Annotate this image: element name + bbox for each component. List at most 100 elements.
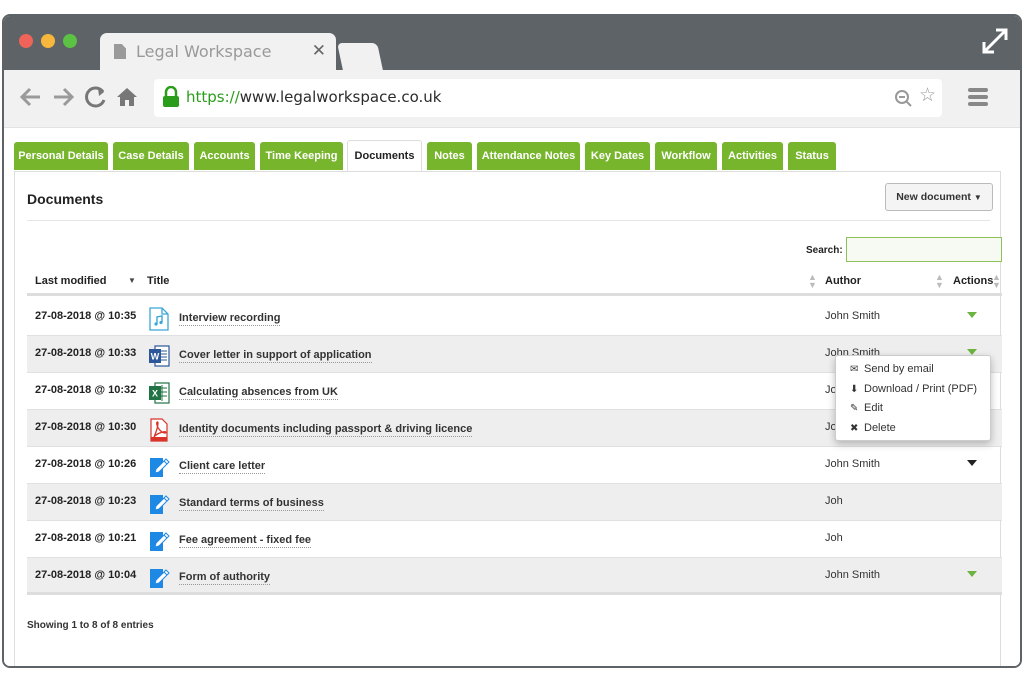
sort-icon[interactable]: ▲ ▼ — [992, 273, 1001, 290]
column-last-modified[interactable]: Last modified — [35, 275, 107, 287]
panel-title: Documents — [27, 191, 104, 207]
menu-item-download-pdf[interactable]: ⬇ Download / Print (PDF) — [850, 380, 977, 398]
table-info: Showing 1 to 8 of 8 entries — [27, 620, 154, 631]
panel-divider — [27, 220, 990, 221]
expand-icon[interactable] — [980, 26, 1010, 56]
row-date: 27-08-2018 @ 10:23 — [35, 495, 137, 507]
forward-arrow-icon[interactable] — [50, 84, 76, 110]
row-date: 27-08-2018 @ 10:33 — [35, 347, 137, 359]
maximize-window-button[interactable] — [63, 34, 77, 48]
minimize-window-button[interactable] — [41, 34, 55, 48]
edit-document-icon — [150, 569, 170, 588]
reload-icon[interactable] — [83, 84, 109, 110]
table-row[interactable]: 27-08-2018 @ 10:26 Client care letter Jo… — [27, 447, 1002, 484]
svg-text:W: W — [151, 352, 160, 362]
menu-item-send-email[interactable]: ✉ Send by email — [850, 360, 934, 378]
document-title-link[interactable]: Calculating absences from UK — [179, 386, 338, 400]
tab-attendance-notes[interactable]: Attendance Notes — [477, 142, 580, 170]
tab-activities[interactable]: Activities — [722, 142, 783, 170]
tab-case-details[interactable]: Case Details — [113, 142, 189, 170]
menu-item-delete[interactable]: ✖ Delete — [850, 419, 896, 437]
tab-close-icon[interactable]: ✕ — [312, 41, 326, 61]
tab-notes[interactable]: Notes — [427, 142, 472, 170]
menu-item-edit[interactable]: ✎ Edit — [850, 399, 883, 417]
new-document-label: New document — [896, 191, 971, 203]
row-author: Joh — [825, 532, 843, 544]
document-title-link[interactable]: Identity documents including passport & … — [179, 423, 473, 437]
row-date: 27-08-2018 @ 10:21 — [35, 532, 137, 544]
row-author: John Smith — [825, 458, 881, 470]
document-title-link[interactable]: Cover letter in support of application — [179, 349, 372, 363]
edit-document-icon — [150, 458, 170, 477]
back-arrow-icon[interactable] — [18, 84, 44, 110]
lock-icon — [163, 86, 179, 107]
column-author[interactable]: Author — [825, 275, 861, 287]
edit-document-icon — [150, 532, 170, 551]
search-input[interactable] — [846, 237, 1002, 262]
zoom-out-icon[interactable] — [894, 89, 912, 107]
tab-workflow[interactable]: Workflow — [655, 142, 717, 170]
menu-item-label: Edit — [864, 402, 883, 414]
pencil-icon: ✎ — [850, 403, 859, 414]
svg-text:X: X — [152, 389, 158, 399]
row-author: John Smith — [825, 569, 881, 581]
browser-menu-icon[interactable] — [968, 88, 988, 108]
document-title-link[interactable]: Form of authority — [179, 571, 271, 585]
tab-accounts[interactable]: Accounts — [194, 142, 255, 170]
column-title[interactable]: Title — [147, 275, 169, 287]
url-text[interactable]: https://www.legalworkspace.co.uk — [186, 88, 441, 106]
envelope-icon: ✉ — [850, 364, 859, 375]
row-date: 27-08-2018 @ 10:04 — [35, 569, 137, 581]
browser-titlebar: Legal Workspace ✕ — [4, 16, 1020, 71]
url-host: www.legalworkspace.co.uk — [239, 88, 442, 106]
close-window-button[interactable] — [19, 34, 33, 48]
column-actions: Actions — [953, 275, 994, 287]
menu-item-label: Delete — [864, 422, 896, 434]
table-row[interactable]: 27-08-2018 @ 10:04 Form of authority Joh… — [27, 558, 1002, 595]
document-title-link[interactable]: Standard terms of business — [179, 497, 324, 511]
sort-desc-icon[interactable]: ▼ — [128, 276, 136, 285]
table-row[interactable]: 27-08-2018 @ 10:21 Fee agreement - fixed… — [27, 521, 1002, 558]
search-label: Search: — [806, 245, 843, 256]
menu-item-label: Download / Print (PDF) — [864, 383, 978, 395]
table-header: Last modified ▼ Title ▲ ▼ Author ▲ ▼ Actio… — [27, 268, 1002, 296]
table-row[interactable]: 27-08-2018 @ 10:23 Standard terms of bus… — [27, 484, 1002, 521]
browser-tab[interactable]: Legal Workspace ✕ — [100, 33, 336, 71]
download-icon: ⬇ — [850, 384, 859, 395]
actions-toggle[interactable] — [967, 571, 977, 577]
tab-documents[interactable]: Documents — [347, 140, 422, 172]
table-row[interactable]: 27-08-2018 @ 10:35 Interview recording J… — [27, 299, 1002, 336]
menu-item-label: Send by email — [864, 363, 934, 375]
document-title-link[interactable]: Client care letter — [179, 460, 266, 474]
row-author: John Smith — [825, 310, 881, 322]
document-title-link[interactable]: Interview recording — [179, 312, 281, 326]
new-tab-button[interactable] — [337, 43, 383, 70]
edit-document-icon — [150, 495, 170, 514]
tab-key-dates[interactable]: Key Dates — [585, 142, 650, 170]
document-title-link[interactable]: Fee agreement - fixed fee — [179, 534, 312, 548]
url-scheme: https:// — [186, 88, 240, 106]
caret-down-icon: ▼ — [973, 193, 982, 202]
sort-icon[interactable]: ▲ ▼ — [935, 273, 944, 290]
audio-file-icon — [149, 307, 169, 331]
row-date: 27-08-2018 @ 10:35 — [35, 310, 137, 322]
tab-time-keeping[interactable]: Time Keeping — [260, 142, 343, 170]
tab-status[interactable]: Status — [788, 142, 836, 170]
tab-personal-details[interactable]: Personal Details — [14, 142, 108, 170]
delete-icon: ✖ — [850, 423, 859, 434]
browser-window: Legal Workspace ✕ https://www.legalworks… — [2, 14, 1022, 668]
actions-toggle[interactable] — [967, 460, 977, 466]
actions-dropdown-menu: ✉ Send by email ⬇ Download / Print (PDF) ✎… — [835, 355, 991, 441]
row-author: Joh — [825, 495, 843, 507]
word-file-icon: W — [149, 345, 170, 367]
actions-toggle[interactable] — [967, 312, 977, 318]
pdf-file-icon — [150, 418, 168, 442]
home-icon[interactable] — [114, 84, 140, 110]
browser-toolbar: https://www.legalworkspace.co.uk ☆ — [4, 70, 1020, 128]
bookmark-star-icon[interactable]: ☆ — [919, 86, 936, 105]
excel-file-icon: X — [149, 382, 170, 404]
new-document-button[interactable]: New document ▼ — [885, 183, 993, 211]
browser-tab-title: Legal Workspace — [136, 42, 272, 61]
address-bar[interactable]: https://www.legalworkspace.co.uk ☆ — [154, 79, 942, 117]
sort-icon[interactable]: ▲ ▼ — [808, 273, 817, 290]
